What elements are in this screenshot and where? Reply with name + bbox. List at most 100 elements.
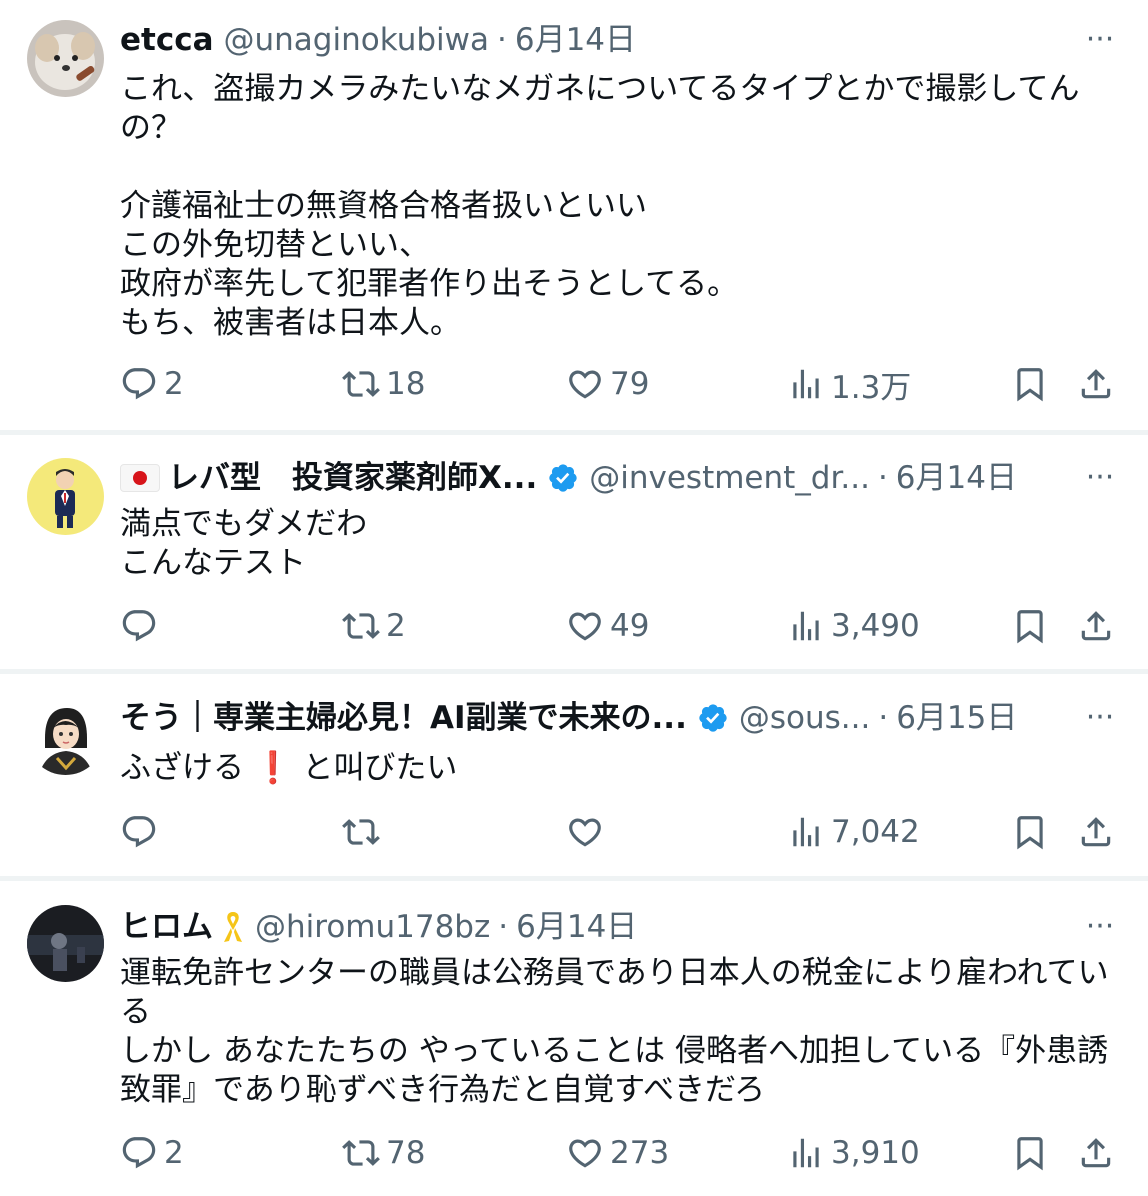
avatar[interactable] <box>27 458 104 535</box>
reply-button[interactable] <box>120 810 158 854</box>
reply-icon <box>120 607 158 645</box>
retweet-button[interactable]: 2 <box>342 604 406 648</box>
retweet-button[interactable] <box>342 810 380 854</box>
share-button[interactable] <box>1077 362 1115 406</box>
verified-badge-icon <box>547 462 579 494</box>
display-name[interactable]: ヒロム <box>120 907 213 947</box>
heart-icon <box>566 813 604 851</box>
display-name[interactable]: レバ型 投資家薬剤師X... <box>168 458 537 498</box>
tweet-text: ふざける ❗ と叫びたい <box>120 749 1118 788</box>
user-handle[interactable]: @sous... <box>739 698 870 738</box>
retweet-icon <box>342 365 380 403</box>
user-handle[interactable]: @hiromu178bz <box>255 907 490 947</box>
reply-button[interactable] <box>120 604 158 648</box>
like-button[interactable]: 273 <box>566 1131 669 1175</box>
tweet-text-part: と叫びたい <box>302 750 458 786</box>
views-icon <box>787 1134 825 1172</box>
views-icon <box>787 607 825 645</box>
divider <box>0 876 1148 881</box>
avatar[interactable] <box>27 905 104 982</box>
share-icon <box>1077 1134 1115 1172</box>
display-name[interactable]: そう｜専業主婦必見！AI副業で未来の... <box>120 698 687 738</box>
views-count: 3,490 <box>831 608 920 644</box>
share-button[interactable] <box>1077 1131 1115 1175</box>
more-options-icon[interactable]: ··· <box>1080 20 1120 60</box>
bookmark-button[interactable] <box>1011 810 1049 854</box>
share-icon <box>1077 365 1115 403</box>
action-bar: 2 18 79 1.3万 <box>0 362 1148 406</box>
retweet-button[interactable]: 18 <box>342 362 425 406</box>
reply-icon <box>120 813 158 851</box>
share-icon <box>1077 813 1115 851</box>
avatar[interactable] <box>27 698 104 775</box>
tweet-text: 満点でもダメだわ こんなテスト <box>120 506 368 581</box>
views-icon <box>787 813 825 851</box>
views-button[interactable]: 1.3万 <box>787 362 911 406</box>
like-button[interactable] <box>566 810 604 854</box>
bookmark-icon <box>1011 607 1049 645</box>
reply-count: 2 <box>164 1135 184 1171</box>
post-date[interactable]: 6月15日 <box>896 698 1017 738</box>
separator: · <box>497 22 507 58</box>
divider <box>0 669 1148 674</box>
tweet-text: これ、盗撮カメラみたいなメガネについてるタイプとかで撮影してんの？ 介護福祉士の… <box>120 71 1080 341</box>
like-button[interactable]: 79 <box>566 362 649 406</box>
views-button[interactable]: 3,910 <box>787 1131 920 1175</box>
yellow-ribbon-icon <box>224 912 242 942</box>
heart-icon <box>566 607 604 645</box>
reply-button[interactable]: 2 <box>120 362 184 406</box>
views-icon <box>787 365 825 403</box>
post-date[interactable]: 6月14日 <box>515 20 636 60</box>
separator: · <box>877 460 888 496</box>
more-options-icon[interactable]: ··· <box>1080 458 1120 498</box>
display-name[interactable]: etcca <box>120 20 214 60</box>
views-count: 7,042 <box>831 814 920 850</box>
reply-button[interactable]: 2 <box>120 1131 184 1175</box>
bookmark-icon <box>1011 1134 1049 1172</box>
reply-icon <box>120 365 158 403</box>
heart-icon <box>566 1134 604 1172</box>
reply-count: 2 <box>164 366 184 402</box>
views-count: 3,910 <box>831 1135 920 1171</box>
verified-badge-icon <box>697 702 729 734</box>
user-handle[interactable]: @unaginokubiwa <box>224 20 489 60</box>
share-button[interactable] <box>1077 604 1115 648</box>
divider <box>0 430 1148 435</box>
japan-flag-icon <box>120 464 160 492</box>
post-date[interactable]: 6月14日 <box>516 907 637 947</box>
share-icon <box>1077 607 1115 645</box>
exclamation-icon: ❗ <box>253 750 293 786</box>
action-bar: 7,042 <box>0 810 1148 854</box>
bookmark-icon <box>1011 813 1049 851</box>
retweet-count: 78 <box>386 1135 426 1171</box>
views-count: 1.3万 <box>831 369 912 406</box>
retweet-count: 2 <box>386 608 406 644</box>
bookmark-button[interactable] <box>1011 362 1049 406</box>
views-button[interactable]: 7,042 <box>787 810 920 854</box>
retweet-icon <box>342 607 380 645</box>
like-count: 49 <box>610 608 650 644</box>
bookmark-button[interactable] <box>1011 1131 1049 1175</box>
retweet-count: 18 <box>386 366 426 402</box>
retweet-icon <box>342 1134 380 1172</box>
tweet-text-part: ふざける <box>120 750 244 786</box>
views-button[interactable]: 3,490 <box>787 604 920 648</box>
retweet-icon <box>342 813 380 851</box>
like-button[interactable]: 49 <box>566 604 649 648</box>
reply-icon <box>120 1134 158 1172</box>
like-count: 273 <box>610 1135 670 1171</box>
share-button[interactable] <box>1077 810 1115 854</box>
separator: · <box>878 700 889 736</box>
heart-icon <box>566 365 604 403</box>
bookmark-button[interactable] <box>1011 604 1049 648</box>
post-date[interactable]: 6月14日 <box>896 458 1017 498</box>
separator: · <box>498 909 509 945</box>
action-bar: 2 78 273 3,910 <box>0 1131 1148 1175</box>
more-options-icon[interactable]: ··· <box>1080 698 1120 738</box>
tweet-text: 運転免許センターの職員は公務員であり日本人の税金により雇われている しかし あな… <box>120 955 1109 1108</box>
more-options-icon[interactable]: ··· <box>1080 907 1120 947</box>
avatar[interactable] <box>27 20 104 97</box>
retweet-button[interactable]: 78 <box>342 1131 425 1175</box>
like-count: 79 <box>610 366 650 402</box>
user-handle[interactable]: @investment_dr... <box>589 458 870 498</box>
